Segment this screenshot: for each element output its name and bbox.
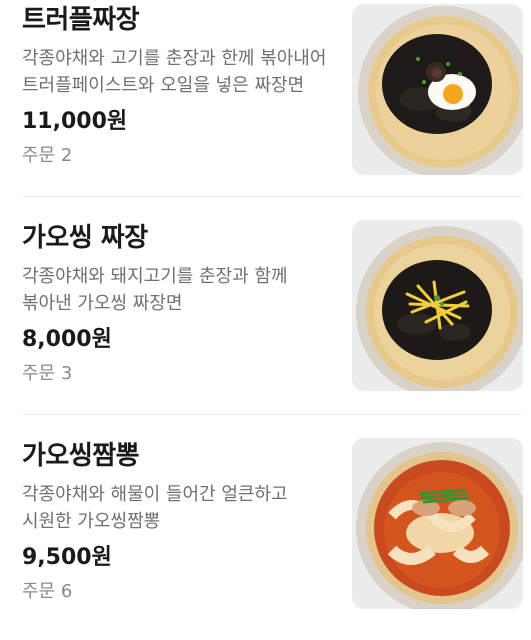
divider [22,196,523,197]
menu-list: 트러플짜장 각종야채와 고기를 춘장과 한께 볶아내어 트러플페이스트와 오일을… [0,0,531,619]
menu-item-order-count: 주문 3 [22,363,73,384]
gaossing-jjamppong-photo[interactable] [352,438,523,609]
menu-item-price: 9,500원 [22,545,112,570]
menu-item-name: 가오씽짬뽕 [22,441,140,471]
menu-item-description: 각종야채와 고기를 춘장과 한께 볶아내어 트러플페이스트와 오일을 넣은 짜장… [22,48,327,96]
menu-item-order-count: 주문 6 [22,581,73,602]
truffle-jjajang-photo[interactable] [352,4,523,175]
menu-item-text: 트러플짜장 각종야채와 고기를 춘장과 한께 볶아내어 트러플페이스트와 오일을… [22,4,332,168]
menu-item-description: 각종야채와 해물이 들어간 얼큰하고 시원한 가오씽짬뽕 [22,484,288,532]
menu-item-description: 각종야채와 돼지고기를 춘장과 함께 볶아낸 가오씽 짜장면 [22,266,288,314]
menu-item-price: 8,000원 [22,327,112,352]
menu-item-gaossing-jjamppong[interactable]: 가오씽짬뽕 각종야채와 해물이 들어간 얼큰하고 시원한 가오씽짬뽕 9,500… [0,438,531,640]
divider [22,414,523,415]
menu-item-order-count: 주문 2 [22,145,73,166]
menu-item-name: 트러플짜장 [22,5,140,35]
menu-item-text: 가오씽 짜장 각종야채와 돼지고기를 춘장과 함께 볶아낸 가오씽 짜장면 8,… [22,222,332,386]
gaossing-jjajang-photo[interactable] [352,220,523,391]
gaossing-jjajang-image [352,220,523,391]
menu-item-name: 가오씽 짜장 [22,223,148,253]
menu-item-truffle-jjajang[interactable]: 트러플짜장 각종야채와 고기를 춘장과 한께 볶아내어 트러플페이스트와 오일을… [0,4,531,204]
menu-item-gaossing-jjajang[interactable]: 가오씽 짜장 각종야채와 돼지고기를 춘장과 함께 볶아낸 가오씽 짜장면 8,… [0,220,531,422]
menu-item-text: 가오씽짬뽕 각종야채와 해물이 들어간 얼큰하고 시원한 가오씽짬뽕 9,500… [22,440,332,604]
gaossing-jjamppong-image [352,438,523,609]
truffle-jjajang-image [352,4,523,175]
menu-item-price: 11,000원 [22,109,128,134]
